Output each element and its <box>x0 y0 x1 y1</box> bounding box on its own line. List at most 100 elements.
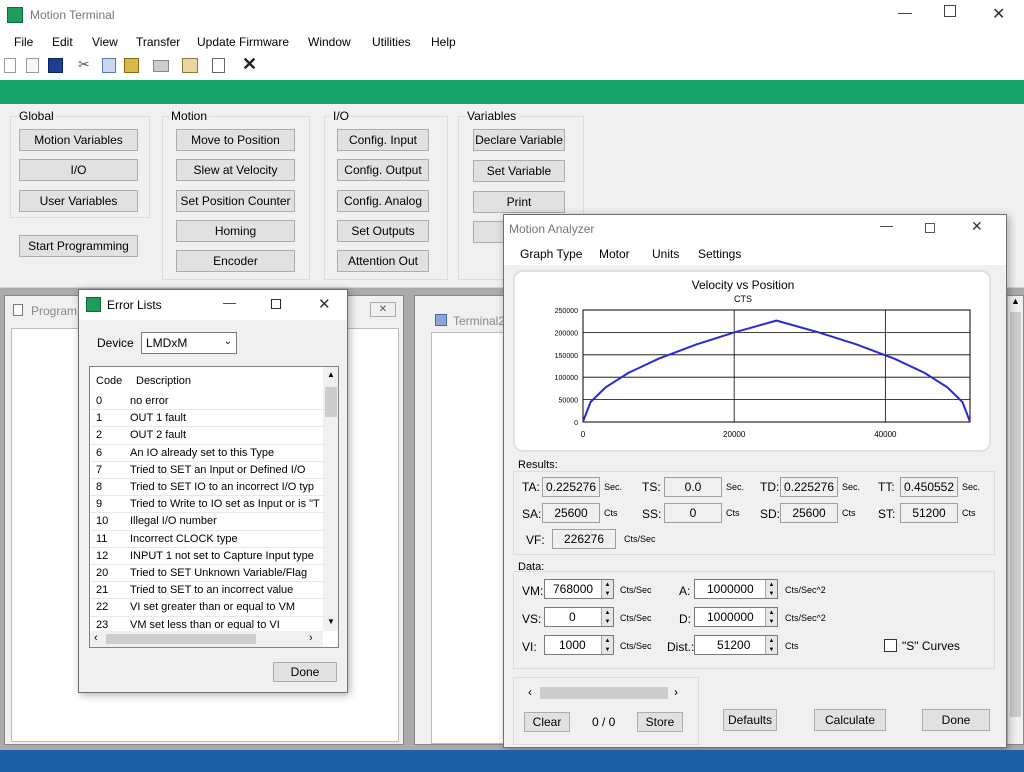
data-dist-spinner[interactable]: ▲ ▼ <box>765 636 777 654</box>
motion-variables-button[interactable]: Motion Variables <box>19 129 138 151</box>
open-file-icon[interactable] <box>26 58 39 73</box>
menu-motor[interactable]: Motor <box>599 247 630 261</box>
table-row[interactable]: 2 OUT 2 fault <box>90 427 323 445</box>
menu-edit[interactable]: Edit <box>52 35 73 49</box>
user-variables-button[interactable]: User Variables <box>19 190 138 212</box>
analyzer-close-button[interactable]: ✕ <box>971 218 983 235</box>
store-scroll-left-icon[interactable]: ‹ <box>528 685 532 699</box>
error-list-vscroll[interactable]: ▲ ▼ <box>323 367 338 631</box>
analyzer-minimize-button[interactable]: — <box>880 218 893 233</box>
error-lists-done-button[interactable]: Done <box>273 662 337 682</box>
close-button[interactable]: ✕ <box>992 4 1005 24</box>
error-list-box[interactable]: Code Description 0 no error 1 OUT 1 fault 2 O… <box>89 366 339 648</box>
io-button[interactable]: I/O <box>19 159 138 181</box>
data-vi-input[interactable]: 1000 ▲ ▼ <box>544 635 614 655</box>
program-window-close-icon[interactable]: ✕ <box>370 302 396 317</box>
store-scroll-thumb[interactable] <box>540 687 668 699</box>
table-row[interactable]: 9 Tried to Write to IO set as Input or is… <box>90 496 323 514</box>
set-position-counter-button[interactable]: Set Position Counter <box>176 190 295 212</box>
properties-icon[interactable] <box>182 58 198 73</box>
menu-graph-type[interactable]: Graph Type <box>520 247 582 261</box>
error-lists-minimize-button[interactable]: — <box>223 295 236 310</box>
error-list-vscroll-thumb[interactable] <box>325 387 337 417</box>
store-scroll-right-icon[interactable]: › <box>674 685 678 699</box>
data-d-input[interactable]: 1000000 ▲ ▼ <box>694 607 778 627</box>
clear-button[interactable]: Clear <box>524 712 570 732</box>
config-output-button[interactable]: Config. Output <box>337 159 429 181</box>
s-curves-checkbox[interactable] <box>884 639 897 652</box>
col-header-code[interactable]: Code <box>96 375 122 387</box>
data-vm-input[interactable]: 768000 ▲ ▼ <box>544 579 614 599</box>
scroll-right-icon[interactable]: › <box>309 632 313 644</box>
move-to-position-button[interactable]: Move to Position <box>176 129 295 151</box>
error-list-hscroll[interactable]: ‹ › <box>90 631 323 647</box>
table-row[interactable]: 0 no error <box>90 393 323 411</box>
store-button[interactable]: Store <box>637 712 683 732</box>
menu-units[interactable]: Units <box>652 247 679 261</box>
start-programming-button[interactable]: Start Programming <box>19 235 138 257</box>
error-lists-close-button[interactable]: ✕ <box>318 295 331 313</box>
data-a-spinner[interactable]: ▲ ▼ <box>765 580 777 598</box>
print-icon[interactable] <box>153 60 169 72</box>
paste-icon[interactable] <box>124 58 139 73</box>
cut-icon[interactable]: ✂ <box>78 56 94 72</box>
data-vi-spinner[interactable]: ▲ ▼ <box>601 636 613 654</box>
data-vs-spinner[interactable]: ▲ ▼ <box>601 608 613 626</box>
error-list-hscroll-thumb[interactable] <box>106 634 256 644</box>
new-file-icon[interactable] <box>4 58 16 73</box>
menu-transfer[interactable]: Transfer <box>136 35 180 49</box>
menu-view[interactable]: View <box>92 35 118 49</box>
menu-help[interactable]: Help <box>431 35 456 49</box>
homing-button[interactable]: Homing <box>176 220 295 242</box>
data-vm-spinner[interactable]: ▲ ▼ <box>601 580 613 598</box>
analyzer-done-button[interactable]: Done <box>922 709 990 731</box>
data-d-spinner[interactable]: ▲ ▼ <box>765 608 777 626</box>
scroll-down-icon[interactable]: ▼ <box>327 617 335 626</box>
store-scrollbar[interactable]: ‹ › <box>524 685 684 701</box>
table-row[interactable]: 1 OUT 1 fault <box>90 410 323 428</box>
table-row[interactable]: 23 VM set less than or equal to VI <box>90 617 323 629</box>
table-row[interactable]: 22 VI set greater than or equal to VM <box>90 599 323 617</box>
config-input-button[interactable]: Config. Input <box>337 129 429 151</box>
data-vs-input[interactable]: 0 ▲ ▼ <box>544 607 614 627</box>
table-row[interactable]: 21 Tried to SET to an incorrect value <box>90 582 323 600</box>
device-select[interactable]: LMDxM ⌄ <box>141 332 237 354</box>
col-header-description[interactable]: Description <box>136 375 191 387</box>
table-row[interactable]: 7 Tried to SET an Input or Defined I/O <box>90 462 323 479</box>
menu-settings[interactable]: Settings <box>698 247 741 261</box>
table-row[interactable]: 8 Tried to SET IO to an incorrect I/O typ <box>90 479 323 497</box>
config-analog-button[interactable]: Config. Analog <box>337 190 429 212</box>
save-icon[interactable] <box>48 58 63 73</box>
terminal-scrollbar[interactable]: ▲ <box>1007 296 1023 744</box>
table-row[interactable]: 10 Illegal I/O number <box>90 513 323 531</box>
slew-at-velocity-button[interactable]: Slew at Velocity <box>176 159 295 181</box>
menu-update-firmware[interactable]: Update Firmware <box>197 35 289 49</box>
menu-file[interactable]: File <box>14 35 33 49</box>
set-outputs-button[interactable]: Set Outputs <box>337 220 429 242</box>
declare-variable-button[interactable]: Declare Variable <box>473 129 565 151</box>
calculate-button[interactable]: Calculate <box>814 709 886 731</box>
set-variable-button[interactable]: Set Variable <box>473 160 565 182</box>
scroll-left-icon[interactable]: ‹ <box>94 632 98 644</box>
scroll-up-icon[interactable]: ▲ <box>327 370 335 379</box>
terminal-scroll-up-icon[interactable]: ▲ <box>1011 296 1020 306</box>
print-button[interactable]: Print <box>473 191 565 213</box>
analyzer-maximize-button[interactable] <box>925 223 935 233</box>
error-lists-maximize-button[interactable] <box>271 299 281 309</box>
s-curves-label[interactable]: "S" Curves <box>902 639 960 653</box>
copy-icon[interactable] <box>102 58 116 73</box>
data-dist-input[interactable]: 51200 ▲ ▼ <box>694 635 778 655</box>
table-row[interactable]: 12 INPUT 1 not set to Capture Input type <box>90 548 323 565</box>
blank-page-icon[interactable] <box>212 58 225 73</box>
table-row[interactable]: 20 Tried to SET Unknown Variable/Flag <box>90 565 323 583</box>
table-row[interactable]: 11 Incorrect CLOCK type <box>90 531 323 548</box>
attention-out-button[interactable]: Attention Out <box>337 250 429 272</box>
menu-utilities[interactable]: Utilities <box>372 35 411 49</box>
defaults-button[interactable]: Defaults <box>723 709 777 731</box>
maximize-button[interactable] <box>944 5 956 17</box>
menu-window[interactable]: Window <box>308 35 351 49</box>
encoder-button[interactable]: Encoder <box>176 250 295 272</box>
minimize-button[interactable]: — <box>898 4 912 20</box>
terminal-area[interactable] <box>431 332 511 744</box>
table-row[interactable]: 6 An IO already set to this Type <box>90 445 323 462</box>
